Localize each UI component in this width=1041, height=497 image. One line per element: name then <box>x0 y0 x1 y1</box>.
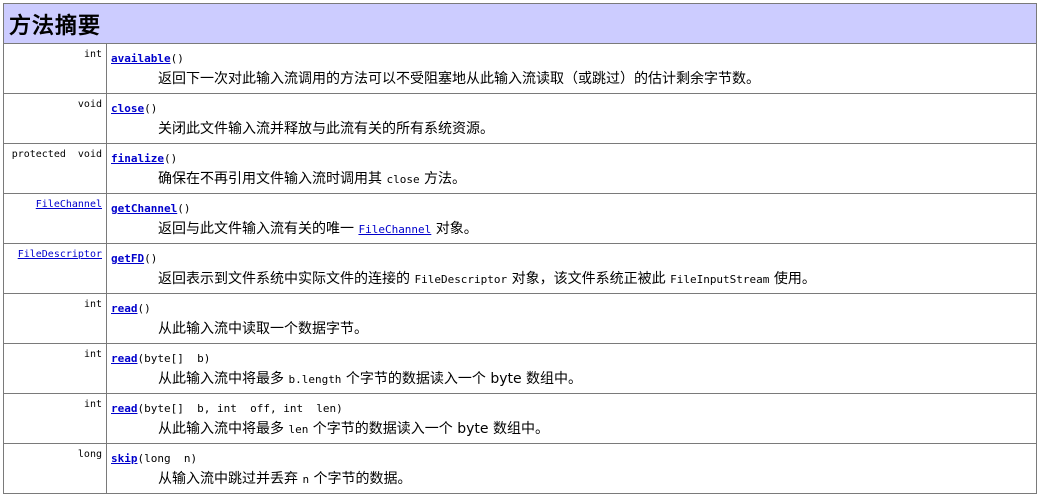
table-row: FileChannel getChannel() 返回与此文件输入流有关的唯一 … <box>4 194 1036 244</box>
method-description: 从输入流中跳过并丢弃 n 个字节的数据。 <box>111 468 1036 491</box>
table-row: int read(byte[] b, int off, int len) 从此输… <box>4 394 1036 444</box>
return-type: int <box>4 44 107 93</box>
desc-text: 返回与此文件输入流有关的唯一 <box>158 221 359 237</box>
table-row: int read(byte[] b) 从此输入流中将最多 b.length 个字… <box>4 344 1036 394</box>
method-params: (long n) <box>137 452 198 465</box>
method-link-read-bytes-off-len[interactable]: read <box>111 402 138 415</box>
table-row: FileDescriptor getFD() 返回表示到文件系统中实际文件的连接… <box>4 244 1036 294</box>
table-title: 方法摘要 <box>9 13 102 39</box>
return-type: int <box>4 394 107 443</box>
table-row: protected void finalize() 确保在不再引用文件输入流时调… <box>4 144 1036 194</box>
desc-code: len <box>288 423 309 436</box>
method-signature: skip(long n) <box>111 450 1036 468</box>
type-link-filechannel[interactable]: FileChannel <box>36 199 102 210</box>
table-row: long skip(long n) 从输入流中跳过并丢弃 n 个字节的数据。 <box>4 444 1036 493</box>
type-link-filedescriptor[interactable]: FileDescriptor <box>18 249 102 260</box>
method-description: 关闭此文件输入流并释放与此流有关的所有系统资源。 <box>158 121 494 137</box>
method-signature: read(byte[] b) <box>111 350 1036 368</box>
method-link-read-bytes[interactable]: read <box>111 352 138 365</box>
desc-code: b.length <box>288 373 342 386</box>
desc-text: 个字节的数据。 <box>309 471 412 487</box>
return-type: int <box>4 344 107 393</box>
desc-text: 对象。 <box>431 221 478 237</box>
method-link-finalize[interactable]: finalize <box>111 152 164 165</box>
method-params: () <box>144 102 158 115</box>
desc-text: 确保在不再引用文件输入流时调用其 <box>158 171 387 187</box>
desc-text: 从此输入流中将最多 <box>158 371 289 387</box>
return-type: FileChannel <box>4 194 107 243</box>
desc-text: 从此输入流中将最多 <box>158 421 289 437</box>
method-description: 从此输入流中读取一个数据字节。 <box>158 321 368 337</box>
method-description: 从此输入流中将最多 len 个字节的数据读入一个 byte 数组中。 <box>111 418 1036 441</box>
table-row: void close() 关闭此文件输入流并释放与此流有关的所有系统资源。 <box>4 94 1036 144</box>
method-description: 返回与此文件输入流有关的唯一 FileChannel 对象。 <box>111 218 1036 241</box>
desc-text: 返回表示到文件系统中实际文件的连接的 <box>158 271 415 287</box>
desc-code: FileInputStream <box>670 273 770 286</box>
method-signature: close() <box>111 100 1036 118</box>
method-description: 返回下一次对此输入流调用的方法可以不受阻塞地从此输入流读取（或跳过）的估计剩余字… <box>158 71 760 87</box>
method-params: () <box>177 202 191 215</box>
method-params: (byte[] b) <box>137 352 211 365</box>
desc-code: close <box>386 173 420 186</box>
method-params: () <box>137 302 151 315</box>
method-signature: getChannel() <box>111 200 1036 218</box>
method-description: 返回表示到文件系统中实际文件的连接的 FileDescriptor 对象，该文件… <box>111 268 1036 291</box>
method-signature: available() <box>111 50 1036 68</box>
method-signature: read(byte[] b, int off, int len) <box>111 400 1036 418</box>
return-type: long <box>4 444 107 493</box>
method-link-read[interactable]: read <box>111 302 138 315</box>
table-row: int read() 从此输入流中读取一个数据字节。 <box>4 294 1036 344</box>
method-link-getfd[interactable]: getFD <box>111 252 144 265</box>
return-type: int <box>4 294 107 343</box>
method-signature: read() <box>111 300 1036 318</box>
method-description: 从此输入流中将最多 b.length 个字节的数据读入一个 byte 数组中。 <box>111 368 1036 391</box>
table-header: 方法摘要 <box>4 4 1036 44</box>
return-type: protected void <box>4 144 107 193</box>
desc-link-filechannel[interactable]: FileChannel <box>358 223 431 236</box>
desc-text: 方法。 <box>419 171 467 187</box>
method-link-skip[interactable]: skip <box>111 452 138 465</box>
method-params: () <box>144 252 158 265</box>
return-type: void <box>4 94 107 143</box>
method-params: () <box>170 52 184 65</box>
method-link-available[interactable]: available <box>111 52 171 65</box>
method-description: 确保在不再引用文件输入流时调用其 close 方法。 <box>111 168 1036 191</box>
desc-code: FileDescriptor <box>414 273 508 286</box>
method-signature: getFD() <box>111 250 1036 268</box>
desc-text: 从输入流中跳过并丢弃 <box>158 471 303 487</box>
method-signature: finalize() <box>111 150 1036 168</box>
method-summary-table: 方法摘要 int available() 返回下一次对此输入流调用的方法可以不受… <box>3 3 1037 494</box>
desc-text: 使用。 <box>769 271 816 287</box>
desc-text: 个字节的数据读入一个 byte 数组中。 <box>308 421 549 437</box>
method-params: () <box>163 152 178 165</box>
method-link-close[interactable]: close <box>111 102 144 115</box>
method-link-getchannel[interactable]: getChannel <box>111 202 177 215</box>
table-row: int available() 返回下一次对此输入流调用的方法可以不受阻塞地从此… <box>4 44 1036 94</box>
desc-text: 个字节的数据读入一个 byte 数组中。 <box>341 371 583 387</box>
return-type: FileDescriptor <box>4 244 107 293</box>
method-params: (byte[] b, int off, int len) <box>137 402 343 415</box>
desc-text: 对象，该文件系统正被此 <box>507 271 671 287</box>
